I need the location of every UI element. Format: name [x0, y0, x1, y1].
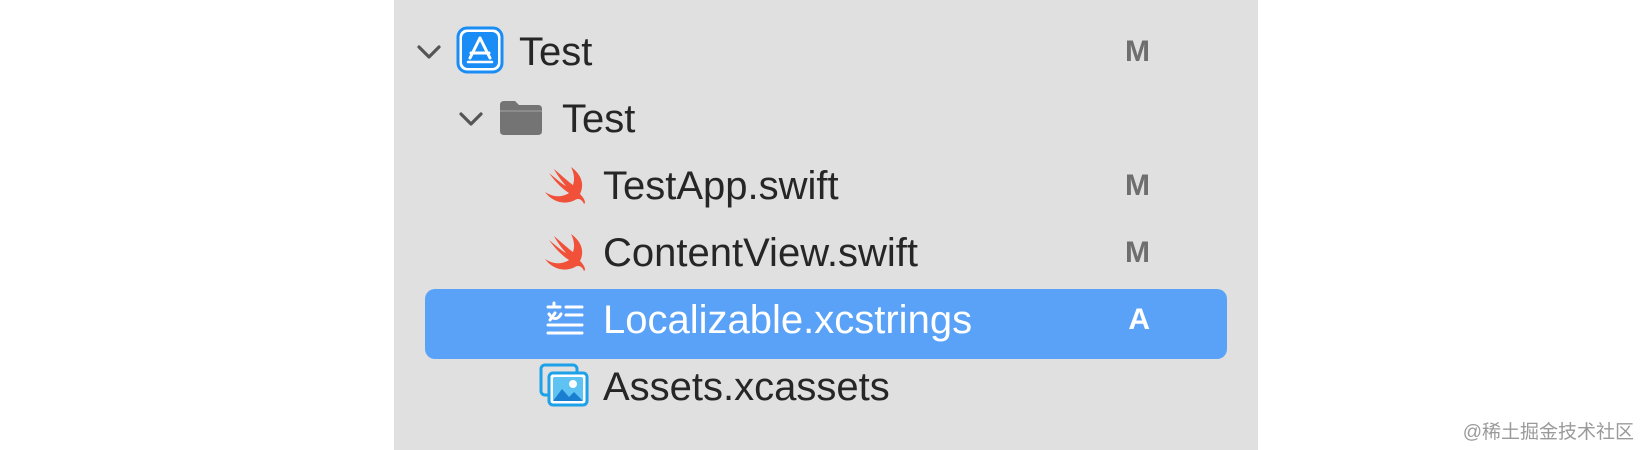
tree-row-file[interactable]: ContentView.swift M [394, 223, 1258, 283]
tree-row-project[interactable]: Test M [394, 22, 1258, 82]
tree-item-label: ContentView.swift [603, 231, 918, 275]
swift-file-icon [545, 234, 585, 271]
swift-file-icon [545, 167, 585, 204]
tree-item-label: TestApp.swift [603, 164, 839, 208]
tree-item-label: Test [562, 97, 636, 141]
tree-row-folder[interactable]: Test [394, 89, 1258, 149]
tree-row-file[interactable]: TestApp.swift M [394, 156, 1258, 216]
tree-row-file-selected[interactable]: Localizable.xcstrings A [394, 289, 1258, 359]
tree-item-label: Assets.xcassets [603, 365, 890, 409]
tree-row-file[interactable]: Assets.xcassets [394, 357, 1258, 417]
tree-item-label: Localizable.xcstrings [603, 298, 973, 342]
scm-status-badge: M [1125, 236, 1150, 269]
chevron-down-icon[interactable] [456, 104, 486, 134]
project-navigator: Test M Test TestApp.swift M ContentView.… [394, 0, 1258, 450]
app-project-icon [456, 26, 504, 74]
folder-icon [500, 101, 542, 135]
chevron-down-icon[interactable] [414, 37, 444, 67]
watermark: @稀土掘金技术社区 [1462, 422, 1634, 443]
scm-status-badge: M [1125, 169, 1150, 202]
tree-item-label: Test [519, 30, 593, 74]
scm-status-badge: M [1125, 35, 1150, 68]
scm-status-badge: A [1128, 303, 1150, 336]
asset-catalog-icon [539, 363, 589, 407]
string-catalog-icon [546, 301, 584, 335]
